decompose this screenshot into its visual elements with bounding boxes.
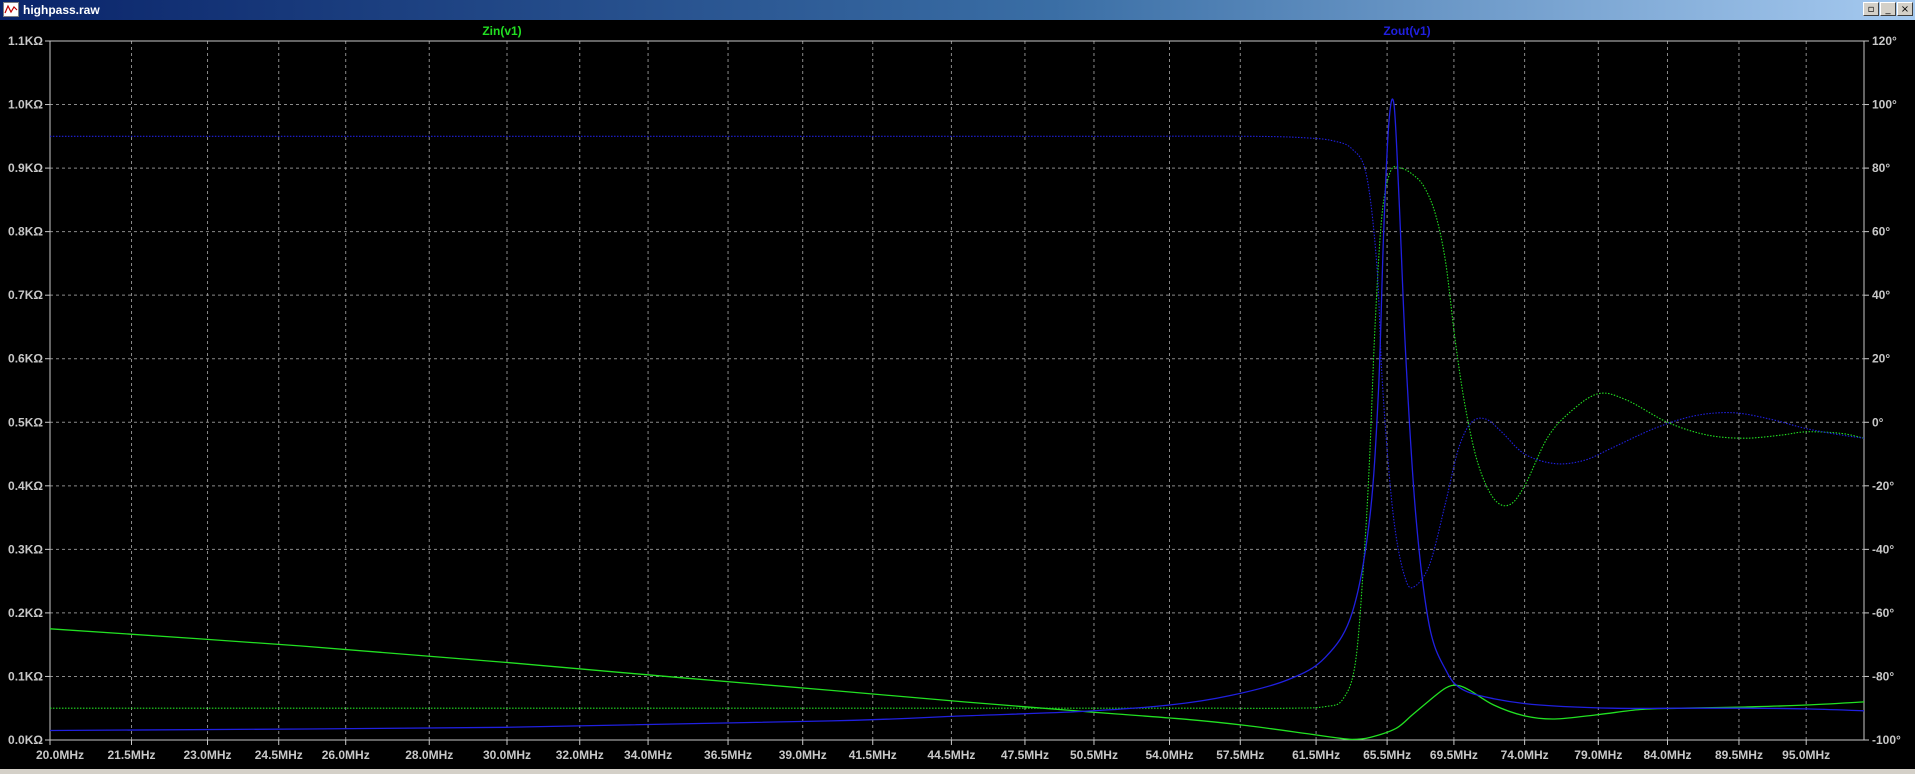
waveform-app-icon [3, 2, 19, 17]
x-tick-label: 32.0MHz [556, 748, 604, 762]
y-left-tick-label: 1.0KΩ [8, 98, 43, 112]
x-tick-label: 39.0MHz [779, 748, 827, 762]
y-left-tick-label: 0.2KΩ [8, 606, 43, 620]
x-tick-label: 20.0MHz [36, 748, 84, 762]
y-right-tick-label: 100° [1872, 98, 1897, 112]
y-right-tick-label: -60° [1872, 606, 1894, 620]
y-left-tick-label: 0.3KΩ [8, 542, 43, 556]
x-tick-label: 79.0MHz [1574, 748, 1622, 762]
y-left-tick-label: 0.5KΩ [8, 415, 43, 429]
minimize-button[interactable]: _ [1880, 2, 1896, 16]
y-left-tick-label: 0.1KΩ [8, 669, 43, 683]
x-ticks: 20.0MHz 21.5MHz 23.0MHz 24.5MHz 26.0MHz 28.0M… [36, 740, 1830, 762]
x-tick-label: 30.0MHz [483, 748, 531, 762]
zin-magnitude-trace [49, 628, 1865, 741]
y-left-tick-label: 0.6KΩ [8, 352, 43, 366]
x-tick-label: 36.5MHz [704, 748, 752, 762]
x-tick-label: 74.0MHz [1501, 748, 1549, 762]
waveform-chart[interactable]: 0.0KΩ 0.1KΩ 0.2KΩ 0.3KΩ 0.4KΩ 0.5KΩ 0.6KΩ 0.7KΩ… [0, 20, 1915, 769]
y-right-tick-label: -40° [1872, 542, 1894, 556]
x-tick-label: 28.0MHz [405, 748, 453, 762]
traces [49, 98, 1865, 741]
x-tick-label: 24.5MHz [255, 748, 303, 762]
x-tick-label: 95.0MHz [1782, 748, 1830, 762]
y-left-tick-label: 0.4KΩ [8, 479, 43, 493]
y-right-tick-label: -20° [1872, 479, 1894, 493]
plot-area[interactable]: 0.0KΩ 0.1KΩ 0.2KΩ 0.3KΩ 0.4KΩ 0.5KΩ 0.6KΩ 0.7KΩ… [0, 20, 1915, 769]
x-tick-label: 21.5MHz [107, 748, 155, 762]
legend-zout[interactable]: Zout(v1) [1383, 24, 1430, 38]
y-left-tick-label: 0.8KΩ [8, 225, 43, 239]
x-tick-label: 69.5MHz [1430, 748, 1478, 762]
close-button[interactable]: × [1897, 2, 1913, 16]
y-right-ticks: -100° -80° -60° -40° -20° 0° 20° 40° 60° 80° 100° 1… [1864, 34, 1901, 747]
restore-button[interactable]: ▫ [1863, 2, 1879, 16]
y-right-tick-label: 40° [1872, 288, 1890, 302]
y-right-tick-label: 80° [1872, 161, 1890, 175]
y-right-tick-label: 20° [1872, 352, 1890, 366]
grid-lines [50, 41, 1864, 740]
zout-phase-trace [49, 135, 1865, 589]
plot-border [49, 40, 1865, 741]
y-left-ticks: 0.0KΩ 0.1KΩ 0.2KΩ 0.3KΩ 0.4KΩ 0.5KΩ 0.6KΩ 0.7KΩ… [8, 34, 50, 747]
window-titlebar[interactable]: highpass.raw ▫ _ × [0, 0, 1915, 20]
zin-phase-trace [50, 165, 1865, 709]
x-tick-label: 89.5MHz [1715, 748, 1763, 762]
y-right-tick-label: 60° [1872, 225, 1890, 239]
x-tick-label: 61.5MHz [1292, 748, 1340, 762]
x-tick-label: 84.0MHz [1643, 748, 1691, 762]
window-title: highpass.raw [23, 3, 100, 17]
y-left-tick-label: 1.1KΩ [8, 34, 43, 48]
y-right-tick-label: -100° [1872, 733, 1901, 747]
legend-zin[interactable]: Zin(v1) [482, 24, 521, 38]
x-tick-label: 26.0MHz [322, 748, 370, 762]
y-right-tick-label: 120° [1872, 34, 1897, 48]
y-right-tick-label: 0° [1872, 415, 1884, 429]
x-tick-label: 34.0MHz [624, 748, 672, 762]
x-tick-label: 54.0MHz [1145, 748, 1193, 762]
x-tick-label: 47.5MHz [1001, 748, 1049, 762]
plot-frame [49, 40, 1865, 741]
x-tick-label: 41.5MHz [849, 748, 897, 762]
x-tick-label: 44.5MHz [927, 748, 975, 762]
x-tick-label: 50.5MHz [1070, 748, 1118, 762]
x-tick-label: 57.5MHz [1216, 748, 1264, 762]
y-right-tick-label: -80° [1872, 669, 1894, 683]
y-left-tick-label: 0.0KΩ [8, 733, 43, 747]
x-tick-label: 23.0MHz [184, 748, 232, 762]
y-left-tick-label: 0.7KΩ [8, 288, 43, 302]
zout-magnitude-trace [49, 98, 1865, 732]
legend: Zin(v1) Zout(v1) [482, 24, 1430, 38]
x-tick-label: 65.5MHz [1363, 748, 1411, 762]
y-left-tick-label: 0.9KΩ [8, 161, 43, 175]
